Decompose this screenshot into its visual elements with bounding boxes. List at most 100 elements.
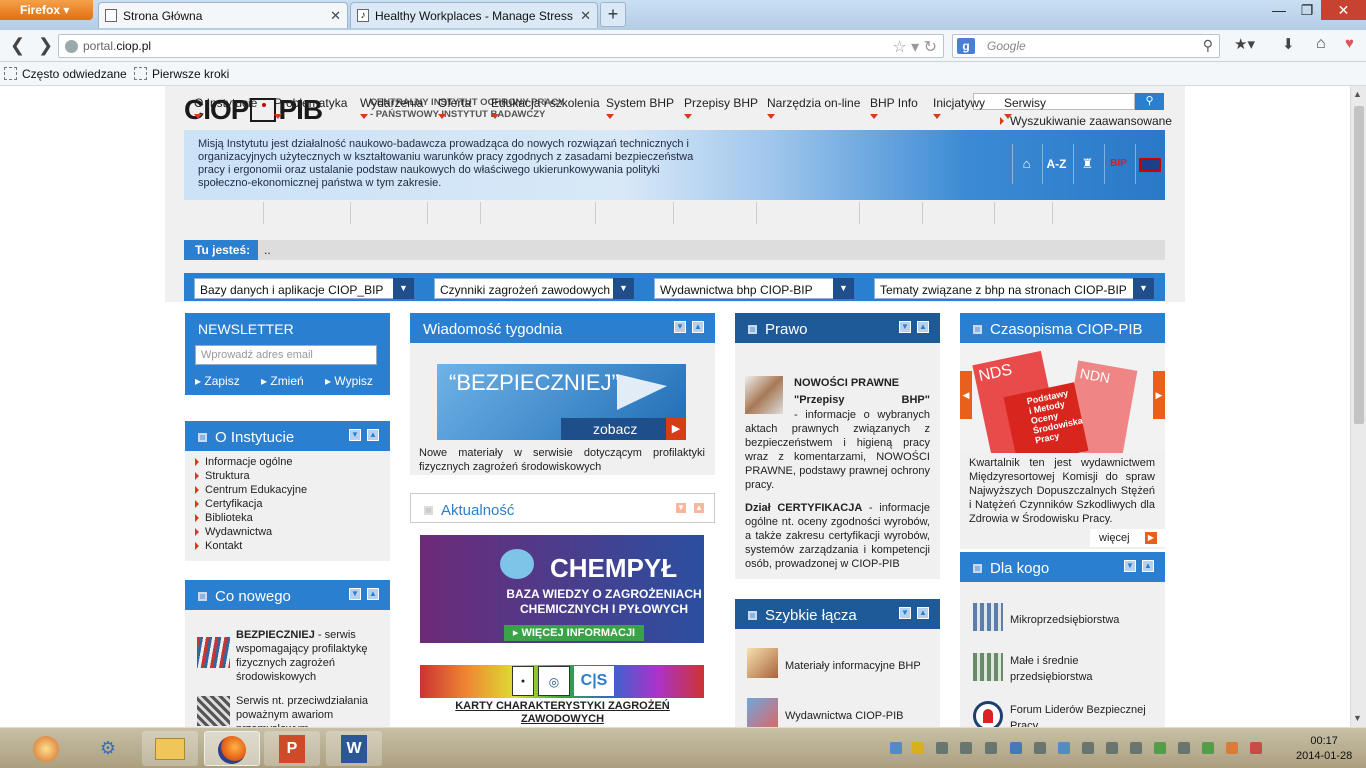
site-search-button[interactable]: ⚲ <box>1135 93 1164 110</box>
expand-icon[interactable]: ▲ <box>693 502 705 514</box>
news-thumbnail[interactable] <box>197 637 230 668</box>
scroll-down-icon[interactable]: ▼ <box>1353 713 1362 723</box>
list-item[interactable]: Kontakt <box>194 539 307 553</box>
zobacz-button[interactable]: zobacz ▶ <box>561 418 686 440</box>
collapse-icon[interactable]: ▼ <box>899 607 911 619</box>
nav-o-instytucie[interactable]: O Instytucie <box>194 96 257 119</box>
list-item[interactable]: Informacje ogólne <box>194 455 307 469</box>
collapse-icon[interactable]: ▼ <box>674 321 686 333</box>
bookmark-star-icon[interactable]: ☆ ▾ ↻ <box>892 37 937 57</box>
wiecej-informacji-button[interactable]: ▸ WIĘCEJ INFORMACJI <box>504 625 644 641</box>
site-search-input[interactable] <box>973 93 1135 110</box>
bezpieczniej-banner[interactable]: “BEZPIECZNIEJ” zobacz ▶ <box>437 364 686 440</box>
tray-icon[interactable] <box>1154 742 1166 754</box>
list-item[interactable]: Certyfikacja <box>194 497 307 511</box>
collapse-icon[interactable]: ▼ <box>675 502 687 514</box>
expand-icon[interactable]: ▲ <box>367 429 379 441</box>
books-icon[interactable] <box>747 698 778 727</box>
factory-icon[interactable] <box>973 653 1003 681</box>
nav-przepisy-bhp[interactable]: Przepisy BHP <box>684 96 758 119</box>
scroll-up-icon[interactable]: ▲ <box>1353 89 1362 99</box>
new-tab-button[interactable]: + <box>600 2 626 27</box>
scrollbar-thumb[interactable] <box>1354 106 1364 424</box>
carousel-prev-button[interactable]: ◀ <box>960 371 972 419</box>
karty-link[interactable]: KARTY CHARAKTERYSTYKI ZAGROŻEŃ ZAWODOWYC… <box>450 700 675 726</box>
back-icon[interactable]: ❮ <box>10 35 25 56</box>
search-icon[interactable]: ⚲ <box>1203 37 1213 54</box>
nav-inicjatywy[interactable]: Inicjatywy <box>933 96 985 119</box>
list-item[interactable]: Struktura <box>194 469 307 483</box>
chempyl-banner[interactable]: CHEMPYŁ BAZA WIEDZY O ZAGROŻENIACH CHEMIC… <box>420 535 704 643</box>
nav-wydarzenia[interactable]: Wydarzenia <box>360 96 423 119</box>
tray-icon[interactable] <box>1250 742 1262 754</box>
forward-icon[interactable]: ❯ <box>38 35 53 56</box>
tray-icon[interactable] <box>1178 742 1190 754</box>
select-wydawnictwa[interactable]: Wydawnictwa bhp CIOP-BIP ▼ <box>654 278 854 299</box>
news-item-bezpieczniej[interactable]: BEZPIECZNIEJ - serwis wspomagający profi… <box>236 628 376 684</box>
heart-icon[interactable]: ♥ <box>1345 35 1354 52</box>
select-bazy-danych[interactable]: Bazy danych i aplikacje CIOP_BIP ▼ <box>194 278 414 299</box>
taskbar-powerpoint-icon[interactable]: P <box>264 731 320 766</box>
tray-icon[interactable] <box>1226 742 1238 754</box>
nav-problematyka[interactable]: Problematyka <box>274 96 347 119</box>
close-tab-icon[interactable]: ✕ <box>580 8 591 24</box>
tray-icon[interactable] <box>936 742 948 754</box>
collapse-icon[interactable]: ▼ <box>1124 560 1136 572</box>
tray-icon[interactable] <box>1202 742 1214 754</box>
url-bar[interactable]: portal.ciop.pl ☆ ▾ ↻ <box>58 34 944 58</box>
tray-icon[interactable] <box>912 742 924 754</box>
expand-icon[interactable]: ▲ <box>917 607 929 619</box>
wiecej-link[interactable]: więcej ▶ <box>1090 529 1165 547</box>
firefox-menu-button[interactable]: Firefox ▾ <box>0 0 93 20</box>
tray-icon[interactable] <box>985 742 997 754</box>
page-scrollbar[interactable]: ▲ ▼ <box>1350 86 1366 727</box>
brochure-icon[interactable] <box>747 648 778 678</box>
tab-strona-glowna[interactable]: Strona Główna ✕ <box>98 2 348 28</box>
taskbar-explorer-icon[interactable] <box>142 731 198 766</box>
wiadomosc-caption[interactable]: Nowe materiały w serwisie dotyczącym pro… <box>419 446 705 474</box>
a-z-index-link[interactable]: A-Z <box>1042 144 1070 184</box>
close-window-button[interactable]: ✕ <box>1321 0 1366 20</box>
nowosci-prawne-heading[interactable]: NOWOŚCI PRAWNE <box>794 377 899 389</box>
nav-oferta[interactable]: Oferta <box>438 96 471 119</box>
search-input[interactable]: g Google ⚲ <box>952 34 1220 58</box>
collapse-icon[interactable]: ▼ <box>899 321 911 333</box>
link-materialy-bhp[interactable]: Materiały informacyjne BHP <box>785 660 921 672</box>
close-tab-icon[interactable]: ✕ <box>330 8 341 24</box>
minimize-button[interactable]: — <box>1265 0 1293 20</box>
tray-icon[interactable] <box>1130 742 1142 754</box>
select-tematy[interactable]: Tematy związane z bhp na stronach CIOP-B… <box>874 278 1154 299</box>
start-button[interactable] <box>18 731 74 766</box>
link-male-srednie[interactable]: Małe i średnie przedsiębiorstwa <box>1010 653 1120 685</box>
bluetooth-icon[interactable] <box>1010 742 1022 754</box>
home-icon[interactable]: ⌂ <box>1316 35 1326 53</box>
tray-icon[interactable] <box>890 742 902 754</box>
forum-logo-icon[interactable] <box>973 701 1003 727</box>
news-thumbnail[interactable] <box>197 696 230 726</box>
carousel-next-button[interactable]: ▶ <box>1153 371 1165 419</box>
expand-icon[interactable]: ▲ <box>367 588 379 600</box>
nav-narzedzia-online[interactable]: Narzędzia on-line <box>767 96 860 119</box>
advanced-search-link[interactable]: Wyszukiwanie zaawansowane <box>1000 114 1172 128</box>
select-czynniki-zagrozen[interactable]: Czynniki zagrożeń zawodowych ▼ <box>434 278 634 299</box>
bookmark-pierwsze-kroki[interactable]: Pierwsze kroki <box>134 67 229 81</box>
download-icon[interactable]: ⬇ <box>1282 35 1295 53</box>
nav-serwisy[interactable]: Serwisy <box>1004 96 1046 119</box>
bookmark-czesto-odwiedzane[interactable]: Często odwiedzane <box>4 67 127 81</box>
news-item-awarie[interactable]: Serwis nt. przeciwdziałania poważnym awa… <box>236 694 376 727</box>
network-icon[interactable] <box>1034 742 1046 754</box>
newsletter-change-link[interactable]: ▸ Zmień <box>261 374 304 388</box>
system-clock[interactable]: 00:17 2014-01-28 <box>1296 734 1352 764</box>
newsletter-subscribe-link[interactable]: ▸ Zapisz <box>195 374 240 388</box>
link-wydawnictwa[interactable]: Wydawnictwa CIOP-PIB <box>785 710 904 722</box>
nav-edukacja[interactable]: Edukacja i szkolenia <box>491 96 600 119</box>
list-item[interactable]: Centrum Edukacyjne <box>194 483 307 497</box>
nav-bhp-info[interactable]: BHP Info <box>870 96 918 119</box>
bip-link[interactable]: BIP <box>1104 144 1132 184</box>
taskbar-app-tools-icon[interactable]: ⚙ <box>80 731 136 766</box>
tray-icon[interactable] <box>1106 742 1118 754</box>
bookmarks-icon[interactable]: ★▾ <box>1234 35 1255 53</box>
collapse-icon[interactable]: ▼ <box>349 429 361 441</box>
link-forum-liderow[interactable]: Forum Liderów Bezpiecznej Pracy <box>1010 702 1150 727</box>
expand-icon[interactable]: ▲ <box>1142 560 1154 572</box>
